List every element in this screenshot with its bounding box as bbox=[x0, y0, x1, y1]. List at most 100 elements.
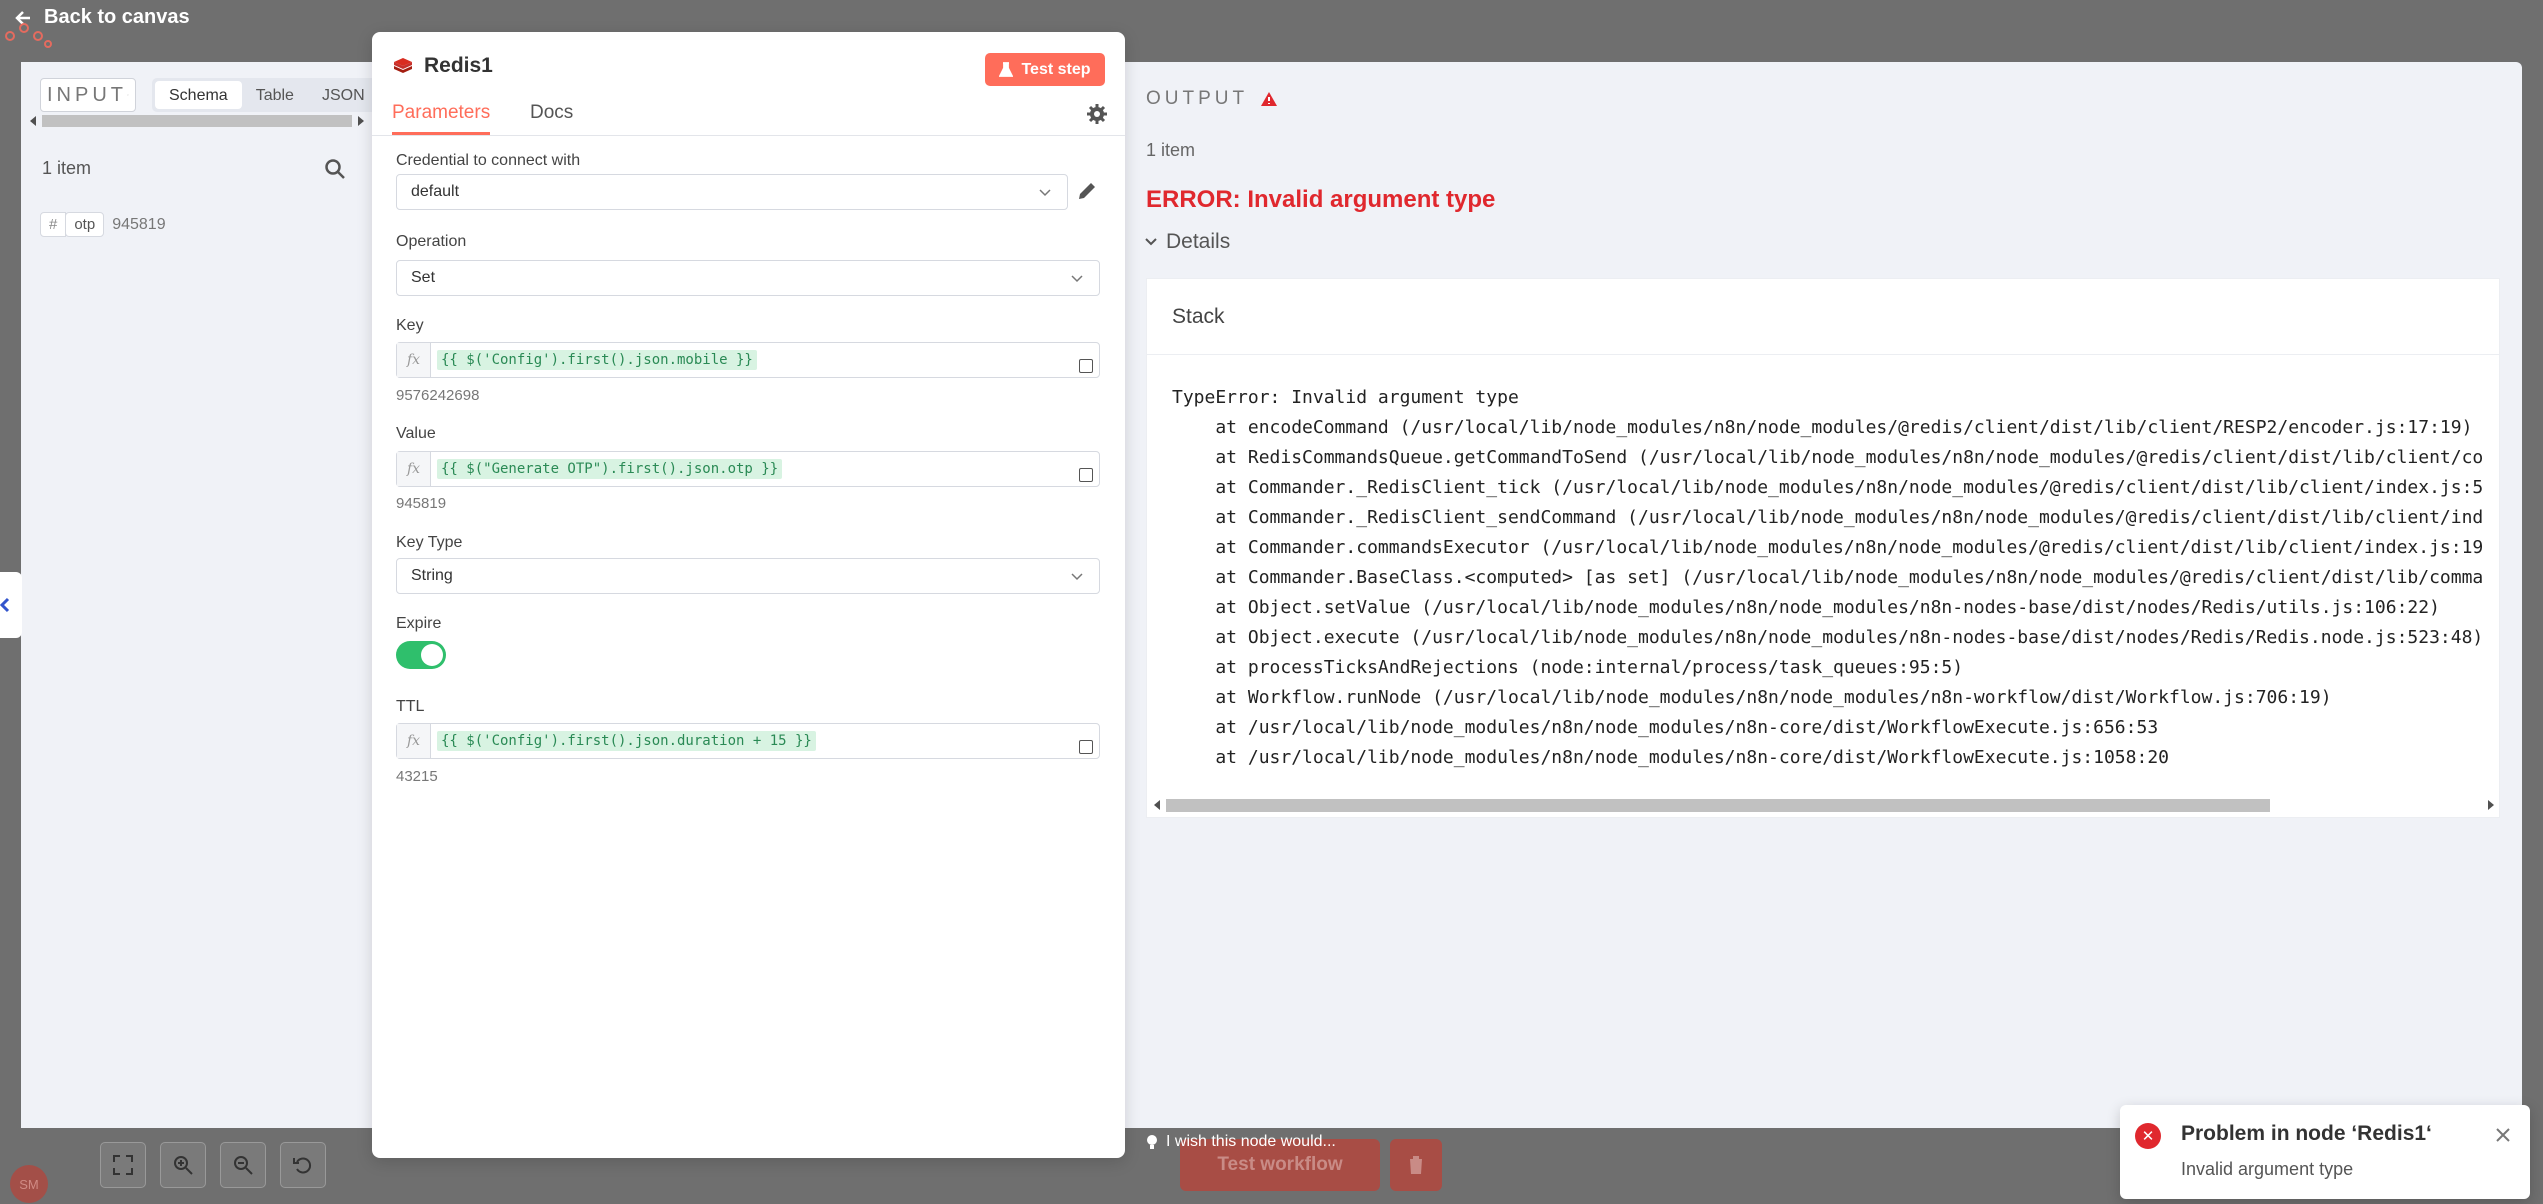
search-icon[interactable] bbox=[324, 158, 346, 180]
stack-line: TypeError: Invalid argument type bbox=[1172, 387, 1519, 408]
ttl-expression-input[interactable]: fx {{ $('Config').first().json.duration … bbox=[396, 723, 1100, 759]
expire-label: Expire bbox=[396, 615, 442, 632]
delete-button[interactable] bbox=[1390, 1139, 1442, 1191]
node-title[interactable]: Redis1 bbox=[424, 54, 493, 78]
chevron-down-icon bbox=[1145, 238, 1157, 246]
tab-docs[interactable]: Docs bbox=[530, 102, 573, 132]
key-expression: {{ $('Config').first().json.mobile }} bbox=[437, 350, 757, 370]
close-icon[interactable] bbox=[2494, 1126, 2512, 1144]
zoom-in-button[interactable] bbox=[160, 1142, 206, 1188]
undo-icon bbox=[293, 1157, 311, 1174]
stack-line: at Object.execute (/usr/local/lib/node_m… bbox=[1172, 627, 2484, 648]
key-type-value: String bbox=[411, 567, 453, 584]
scroll-right-icon[interactable] bbox=[356, 115, 366, 127]
stack-line: at Object.setValue (/usr/local/lib/node_… bbox=[1172, 597, 2440, 618]
parameter-tabs: Parameters Docs bbox=[372, 98, 1125, 136]
gear-icon[interactable] bbox=[1085, 102, 1109, 126]
operation-label: Operation bbox=[396, 233, 467, 250]
credential-label: Credential to connect with bbox=[396, 152, 581, 169]
stack-trace: TypeError: Invalid argument type at enco… bbox=[1172, 383, 2492, 773]
tab-table[interactable]: Table bbox=[242, 81, 308, 109]
chevron-down-icon bbox=[1071, 573, 1083, 581]
n8n-logo-icon bbox=[5, 23, 52, 48]
input-horizontal-scrollbar[interactable] bbox=[26, 112, 366, 130]
toast-title: Problem in node ‘Redis1‘ bbox=[2181, 1122, 2432, 1145]
expand-editor-icon[interactable] bbox=[1079, 359, 1093, 373]
edit-credential-icon[interactable] bbox=[1076, 180, 1098, 202]
stack-line: at RedisCommandsQueue.getCommandToSend (… bbox=[1172, 447, 2484, 468]
expand-editor-icon[interactable] bbox=[1079, 740, 1093, 754]
tab-schema[interactable]: Schema bbox=[155, 81, 242, 109]
tab-parameters[interactable]: Parameters bbox=[392, 102, 491, 135]
key-type-select[interactable]: String bbox=[396, 558, 1100, 594]
schema-field-row: # otp 945819 bbox=[40, 212, 166, 237]
credential-value: default bbox=[411, 183, 460, 200]
stack-line: at Commander._RedisClient_sendCommand (/… bbox=[1172, 507, 2484, 528]
stack-line: at encodeCommand (/usr/local/lib/node_mo… bbox=[1172, 417, 2473, 438]
key-expression-input[interactable]: fx {{ $('Config').first().json.mobile }} bbox=[396, 342, 1100, 378]
stack-trace-box: Stack TypeError: Invalid argument type a… bbox=[1146, 278, 2500, 818]
credential-select[interactable]: default bbox=[396, 174, 1068, 210]
feedback-link[interactable]: I wish this node would... bbox=[1146, 1133, 1336, 1151]
stack-label: Stack bbox=[1147, 279, 2499, 355]
details-toggle[interactable]: Details bbox=[1144, 230, 1230, 254]
stack-line: at /usr/local/lib/node_modules/n8n/node_… bbox=[1172, 717, 2159, 738]
stack-line: at /usr/local/lib/node_modules/n8n/node_… bbox=[1172, 747, 2169, 768]
output-item-count: 1 item bbox=[1146, 140, 1196, 160]
feedback-label: I wish this node would... bbox=[1166, 1133, 1336, 1150]
operation-value: Set bbox=[411, 269, 436, 286]
stack-line: at processTicksAndRejections (node:inter… bbox=[1172, 657, 1964, 678]
test-step-button[interactable]: Test step bbox=[985, 53, 1105, 86]
key-label: Key bbox=[396, 317, 424, 334]
fx-icon: fx bbox=[397, 724, 431, 758]
side-drag-handle[interactable] bbox=[0, 572, 22, 638]
input-selector-label: INPUT bbox=[47, 83, 127, 106]
scroll-left-icon[interactable] bbox=[28, 115, 38, 127]
stack-line: at Commander._RedisClient_tick (/usr/loc… bbox=[1172, 477, 2484, 498]
scrollbar-thumb[interactable] bbox=[42, 115, 352, 127]
tab-json[interactable]: JSON bbox=[308, 81, 379, 109]
output-horizontal-scrollbar[interactable] bbox=[1150, 796, 2498, 814]
fx-icon: fx bbox=[397, 343, 431, 377]
scrollbar-thumb[interactable] bbox=[1166, 799, 2270, 812]
fullscreen-icon bbox=[113, 1155, 133, 1175]
error-icon: ✕ bbox=[2135, 1123, 2161, 1149]
key-result: 9576242698 bbox=[396, 387, 480, 404]
zoom-out-button[interactable] bbox=[220, 1142, 266, 1188]
input-selector[interactable]: INPUT bbox=[40, 78, 136, 112]
zoom-in-icon bbox=[174, 1156, 193, 1175]
redis-icon bbox=[394, 58, 412, 73]
value-expression-input[interactable]: fx {{ $("Generate OTP").first().json.otp… bbox=[396, 451, 1100, 487]
chevron-down-icon bbox=[1071, 275, 1083, 283]
flask-icon bbox=[999, 61, 1014, 77]
fx-icon: fx bbox=[397, 452, 431, 486]
key-type-label: Key Type bbox=[396, 534, 463, 551]
operation-select[interactable]: Set bbox=[396, 260, 1100, 296]
ttl-result: 43215 bbox=[396, 768, 438, 785]
expand-editor-icon[interactable] bbox=[1079, 468, 1093, 482]
ttl-expression: {{ $('Config').first().json.duration + 1… bbox=[437, 731, 816, 751]
scroll-left-icon[interactable] bbox=[1152, 799, 1162, 811]
back-label: Back to canvas bbox=[44, 6, 190, 28]
error-toast bbox=[2120, 1105, 2530, 1199]
output-label: OUTPUT bbox=[1146, 88, 1249, 109]
warning-icon bbox=[1261, 92, 1278, 106]
fit-view-button[interactable] bbox=[100, 1142, 146, 1188]
output-header: OUTPUT bbox=[1146, 88, 1278, 110]
schema-field-value: 945819 bbox=[112, 215, 166, 233]
schema-field-name[interactable]: otp bbox=[65, 212, 105, 237]
canvas-controls bbox=[100, 1142, 326, 1188]
stack-line: at Commander.BaseClass.<computed> [as se… bbox=[1172, 567, 2484, 588]
chevron-left-icon bbox=[0, 597, 10, 613]
expire-toggle[interactable] bbox=[396, 641, 446, 669]
chevron-down-icon bbox=[1039, 189, 1051, 197]
value-expression: {{ $("Generate OTP").first().json.otp }} bbox=[437, 459, 783, 479]
reset-zoom-button[interactable] bbox=[280, 1142, 326, 1188]
test-step-label: Test step bbox=[1021, 60, 1091, 78]
lightbulb-icon bbox=[1147, 1135, 1157, 1149]
value-result: 945819 bbox=[396, 495, 447, 512]
scroll-right-icon[interactable] bbox=[2486, 799, 2496, 811]
avatar[interactable]: SM bbox=[10, 1165, 48, 1203]
zoom-out-icon bbox=[234, 1156, 253, 1175]
ttl-label: TTL bbox=[396, 698, 425, 715]
